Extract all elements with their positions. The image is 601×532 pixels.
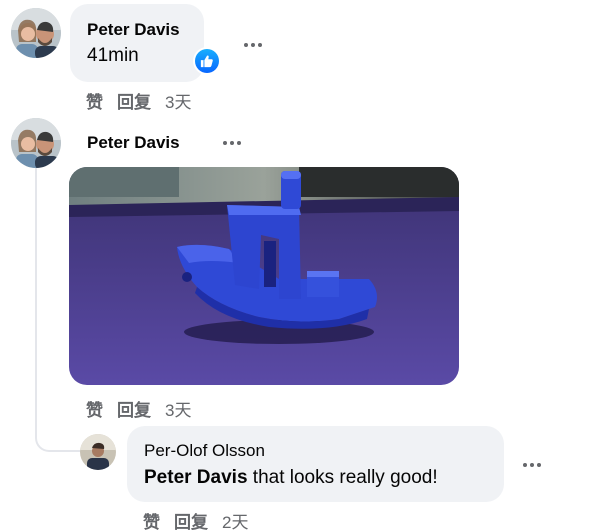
like-button[interactable]: 赞 <box>143 508 160 532</box>
comment-bubble: Peter Davis 41min <box>70 4 204 82</box>
more-options-button[interactable] <box>518 455 546 475</box>
avatar[interactable] <box>11 118 61 168</box>
thread-line <box>35 168 37 430</box>
comment-author[interactable]: Peter Davis <box>87 133 180 153</box>
comment-text: Peter Davis that looks really good! <box>144 466 504 490</box>
reply-button[interactable]: 回复 <box>117 88 151 113</box>
comment-photo[interactable] <box>69 167 459 385</box>
comment-actions: 赞 回复 3天 <box>86 396 191 421</box>
avatar[interactable] <box>11 8 61 58</box>
like-button[interactable]: 赞 <box>86 88 103 113</box>
reaction-badge[interactable] <box>193 47 221 75</box>
dot-icon <box>251 43 255 47</box>
dot-icon <box>523 463 527 467</box>
more-options-button[interactable] <box>218 133 246 153</box>
dot-icon <box>223 141 227 145</box>
comment-actions: 赞 回复 3天 <box>86 88 191 113</box>
comment-text: 41min <box>87 45 139 66</box>
thumbs-up-icon <box>200 55 213 68</box>
dot-icon <box>537 463 541 467</box>
timestamp[interactable]: 3天 <box>165 396 191 421</box>
dot-icon <box>244 43 248 47</box>
comment-author[interactable]: Per-Olof Olsson <box>144 441 504 461</box>
timestamp[interactable]: 3天 <box>165 88 191 113</box>
comment-author[interactable]: Peter Davis <box>87 20 204 40</box>
more-options-button[interactable] <box>239 35 267 55</box>
3d-printed-boat-photo <box>69 167 459 385</box>
dot-icon <box>530 463 534 467</box>
avatar[interactable] <box>80 434 116 470</box>
reply-button[interactable]: 回复 <box>174 508 208 532</box>
comment-actions: 赞 回复 2天 <box>143 508 248 532</box>
reply-button[interactable]: 回复 <box>117 396 151 421</box>
comment-bubble: Per-Olof Olsson Peter Davis that looks r… <box>127 426 504 502</box>
like-button[interactable]: 赞 <box>86 396 103 421</box>
timestamp[interactable]: 2天 <box>222 508 248 532</box>
comment-thread: Peter Davis 41min 赞 回复 3天 Peter Davis 赞 … <box>0 0 601 532</box>
dot-icon <box>258 43 262 47</box>
thread-connector <box>35 410 81 452</box>
mention-link[interactable]: Peter Davis <box>144 467 248 488</box>
comment-body: that looks really good! <box>247 467 438 488</box>
dot-icon <box>237 141 241 145</box>
dot-icon <box>230 141 234 145</box>
